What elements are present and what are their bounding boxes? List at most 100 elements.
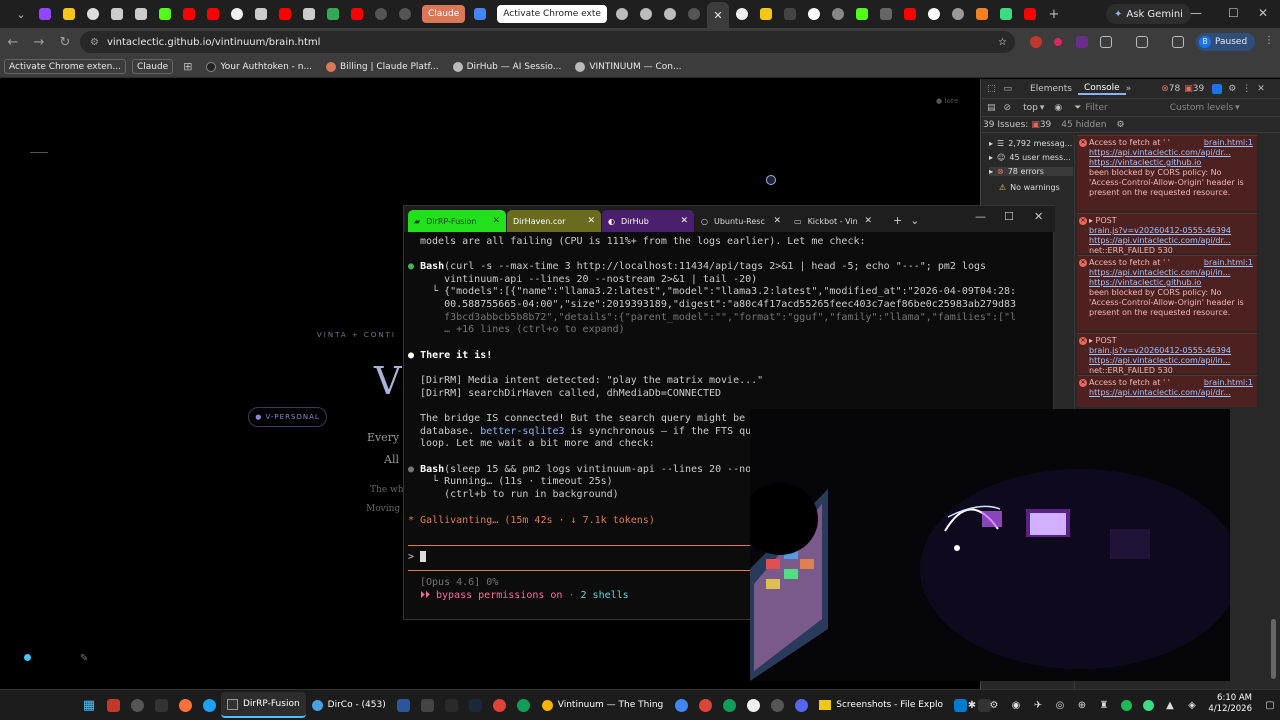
tab-chrome[interactable]	[226, 3, 248, 25]
bookmark-billing[interactable]: Billing | Claude Platf...	[322, 61, 443, 72]
sidebar-item-messages[interactable]: ▸ ☰ 2,792 messag...	[989, 139, 1072, 148]
close-window-icon[interactable]: ✕	[1034, 210, 1043, 223]
scrollbar[interactable]	[1271, 619, 1276, 679]
tab-kick[interactable]	[154, 3, 176, 25]
console-error-message[interactable]: ✕ brain.html:1 Access to fetch at ' ' fr…	[1077, 375, 1257, 407]
taskbar-app-vintinuum[interactable]: Vintinuum — The Thing	[536, 692, 670, 718]
origin-link[interactable]: https://vintaclectic.github.io	[1089, 158, 1253, 168]
tab-generic[interactable]	[827, 3, 849, 25]
new-tab-button[interactable]: +	[1043, 3, 1065, 25]
tab-claude[interactable]: Claude	[422, 5, 466, 23]
menu-dots-icon[interactable]: ⋮	[1264, 36, 1274, 48]
request-url-link[interactable]: https://api.vintaclectic.com/api/dr...	[1089, 236, 1253, 246]
sidebar-toggle-icon[interactable]: ▤	[987, 103, 996, 113]
taskbar-app-icon[interactable]	[126, 694, 148, 716]
bookmark-star-icon[interactable]: ☆	[998, 37, 1007, 48]
device-icon[interactable]: ▭	[1004, 84, 1013, 94]
start-button[interactable]: ▦	[78, 694, 100, 716]
minimize-icon[interactable]: —	[1190, 6, 1202, 20]
close-icon[interactable]: ✕	[492, 216, 500, 226]
tray-icon[interactable]: ◎	[1049, 694, 1071, 716]
origin-link[interactable]: https://vintaclectic.github.io	[1089, 278, 1253, 288]
back-icon[interactable]: ←	[0, 35, 26, 50]
context-select[interactable]: top	[1023, 103, 1038, 113]
personal-badge[interactable]: ● V-PERSONAL	[248, 407, 327, 427]
tab-generic[interactable]	[106, 3, 128, 25]
minimize-icon[interactable]: —	[975, 210, 986, 223]
system-clock[interactable]: 6:10 AM 4/12/2026	[1208, 693, 1252, 715]
taskbar-app-icon[interactable]	[102, 694, 124, 716]
taskbar-app-icon[interactable]	[742, 694, 764, 716]
kebab-menu-icon[interactable]: ⋮	[1242, 84, 1251, 94]
tab-x[interactable]	[683, 3, 705, 25]
prompt-line[interactable]: >	[408, 551, 427, 564]
tab-search-icon[interactable]: ⌄	[10, 3, 32, 25]
console-settings-icon[interactable]: ⚙	[1116, 120, 1124, 130]
tab-github[interactable]	[923, 3, 945, 25]
extension-icon[interactable]	[1030, 36, 1042, 48]
terminal-tab-dirrp-fusion[interactable]: ▰ DirRP-Fusion ✕	[408, 210, 506, 232]
tab-generic[interactable]	[947, 3, 969, 25]
terminal-tab-dirhub[interactable]: ◐ DirHub ✕	[602, 210, 694, 232]
filter-input[interactable]: Filter	[1085, 103, 1107, 113]
tab-generic[interactable]	[659, 3, 681, 25]
taskbar-chrome-icon[interactable]	[718, 694, 740, 716]
tab-shield[interactable]	[995, 3, 1017, 25]
tray-icon[interactable]	[1137, 694, 1159, 716]
tab-github[interactable]	[803, 3, 825, 25]
close-devtools-icon[interactable]: ✕	[1257, 84, 1265, 94]
notifications-icon[interactable]: ▢	[1259, 694, 1280, 716]
more-tabs-icon[interactable]: »	[1126, 84, 1132, 94]
chevron-down-icon[interactable]: ⌄	[910, 214, 919, 227]
issues-label[interactable]: 39 Issues:	[983, 120, 1028, 130]
terminal-tab-dirhaven[interactable]: DirHaven.cor ✕	[507, 210, 601, 232]
tab-generic[interactable]	[875, 3, 897, 25]
maximize-icon[interactable]: ☐	[1228, 6, 1239, 20]
inspect-icon[interactable]: ⬚	[987, 84, 996, 94]
tab-generic[interactable]	[82, 3, 104, 25]
source-link[interactable]: brain.html:1	[1204, 138, 1253, 148]
settings-gear-icon[interactable]: ⚙	[1228, 84, 1236, 94]
tab-youtube[interactable]	[899, 3, 921, 25]
taskbar-app-icon[interactable]	[465, 694, 487, 716]
taskbar-chrome-icon[interactable]	[670, 694, 692, 716]
site-info-icon[interactable]: ⚙	[90, 37, 99, 48]
tab-kick[interactable]	[851, 3, 873, 25]
request-url-link[interactable]: https://api.vintaclectic.com/api/dr...	[1089, 388, 1253, 398]
taskbar-chrome-icon[interactable]	[489, 694, 511, 716]
log-levels-select[interactable]: Custom levels	[1170, 103, 1233, 113]
eye-icon[interactable]: ◉	[1054, 103, 1062, 113]
warning-count-icon[interactable]: ▣	[1184, 84, 1193, 94]
tab-generic[interactable]	[130, 3, 152, 25]
extension-icon[interactable]	[1076, 36, 1088, 48]
close-icon[interactable]: ✕	[713, 9, 722, 22]
bookmark-dirhub[interactable]: DirHub — AI Sessio...	[449, 61, 566, 72]
tray-icon[interactable]: ◈	[1181, 694, 1203, 716]
tab-twitch[interactable]	[34, 3, 56, 25]
request-url-link[interactable]: https://api.vintaclectic.com/api/in...	[1089, 268, 1253, 278]
source-link[interactable]: brain.js?v=v20260412-0555:46394	[1089, 226, 1253, 236]
tab-d[interactable]	[58, 3, 80, 25]
sidebar-item-warnings[interactable]: ⚠ No warnings	[999, 183, 1060, 192]
source-link[interactable]: brain.html:1	[1204, 378, 1253, 388]
taskbar-chrome-icon[interactable]	[513, 694, 535, 716]
extensions-puzzle-icon[interactable]	[1100, 36, 1112, 48]
tab-generic[interactable]	[635, 3, 657, 25]
terminal-tab-kickbot[interactable]: ▭ Kickbot - Vin ✕	[788, 210, 878, 232]
reading-list-icon[interactable]	[1172, 36, 1184, 48]
ai-assist-icon[interactable]	[1212, 83, 1223, 94]
console-error-message[interactable]: ✕ ▸ POST brain.js?v=v20260412-0555:46394…	[1077, 213, 1257, 255]
profile-button[interactable]: B Paused	[1196, 33, 1256, 51]
tab-d[interactable]	[755, 3, 777, 25]
sidebar-item-user-messages[interactable]: ▸ ☺ 45 user mess...	[989, 153, 1071, 162]
tab-generic[interactable]	[298, 3, 320, 25]
maximize-icon[interactable]: ☐	[1004, 210, 1014, 223]
tab-x[interactable]	[394, 3, 416, 25]
close-icon[interactable]: ✕	[680, 216, 688, 226]
source-link[interactable]: brain.html:1	[1204, 258, 1253, 268]
extension-icon[interactable]	[1054, 38, 1062, 46]
bookmark-activate-chrome[interactable]: Activate Chrome exten...	[4, 59, 126, 74]
tray-spotify-icon[interactable]	[1115, 694, 1137, 716]
console-error-message[interactable]: ✕ brain.html:1 Access to fetch at ' ' fr…	[1077, 135, 1257, 211]
tray-icon[interactable]: ▲	[1159, 694, 1181, 716]
